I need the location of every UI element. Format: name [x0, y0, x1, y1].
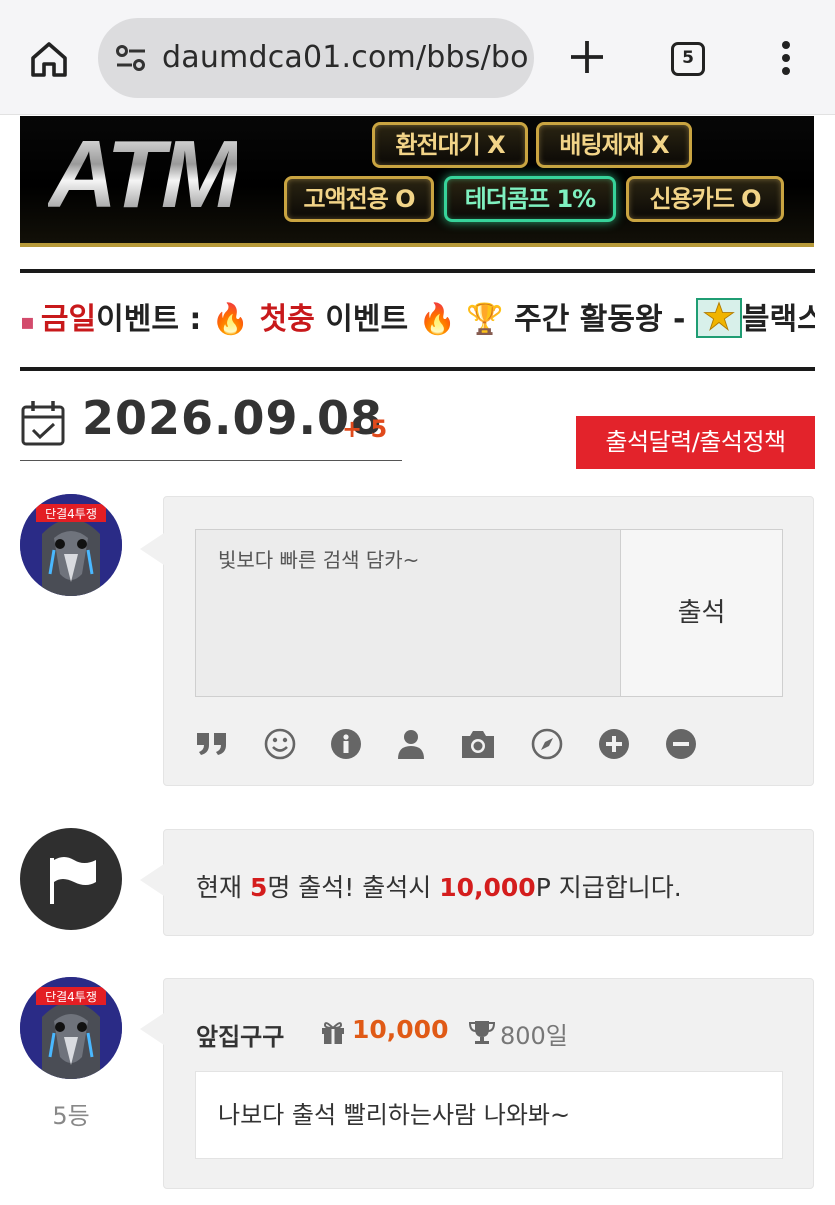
- attendance-date: 2026.09.08: [82, 391, 384, 445]
- divider-bottom: [20, 367, 815, 371]
- marquee-seg-7: 블랙스완: [741, 302, 815, 337]
- attendance-notice-text: 현재 5명 출석! 출석시 10,000P 지급합니다.: [196, 868, 682, 904]
- pigeon-avatar-icon: 단결4투쟁: [20, 494, 122, 596]
- star-badge-icon: [695, 297, 742, 338]
- home-icon[interactable]: [28, 38, 70, 80]
- card-notch: [140, 864, 164, 896]
- notice-points: 10,000: [439, 873, 536, 902]
- calendar-icon: [21, 401, 65, 446]
- banner-badge-1: 환전대기 X: [372, 122, 528, 168]
- avatar[interactable]: 단결4투쟁: [20, 494, 122, 596]
- address-bar[interactable]: daumdca01.com/bbs/bo: [98, 18, 534, 98]
- avatar[interactable]: 단결4투쟁: [20, 977, 122, 1079]
- marquee-seg-4: 이벤트: [314, 302, 419, 337]
- notice-count: 5: [249, 873, 268, 902]
- attendance-notice-card: 현재 5명 출석! 출석시 10,000P 지급합니다.: [140, 829, 814, 936]
- atm-logo: ATM: [48, 121, 241, 228]
- info-icon[interactable]: [329, 727, 363, 761]
- banner-badge-5: 신용카드 O: [626, 176, 784, 222]
- quote-icon[interactable]: [195, 727, 229, 761]
- browser-toolbar: daumdca01.com/bbs/bo 5: [0, 0, 835, 115]
- plus-circle-icon[interactable]: [597, 727, 631, 761]
- marquee-seg-6: 🏆 주간 활동왕 -: [455, 302, 696, 337]
- tab-switcher-icon[interactable]: 5: [671, 42, 705, 76]
- banner-badge-2: 배팅제재 X: [536, 122, 692, 168]
- attendance-rank: 5등: [52, 1102, 90, 1130]
- url-text[interactable]: daumdca01.com/bbs/bo: [162, 40, 529, 75]
- attendance-count: + 5: [342, 415, 388, 443]
- entry-points: 10,000: [352, 1015, 449, 1044]
- attendance-submit-button[interactable]: 출석: [620, 529, 783, 697]
- marquee-seg-1: 이벤트 :: [96, 302, 212, 337]
- event-marquee[interactable]: ▪금일이벤트 : 🔥 첫충 이벤트 🔥 🏆 주간 활동왕 - 블랙스완: [20, 296, 815, 346]
- card-notch: [140, 1013, 164, 1045]
- attendance-message-input[interactable]: 빛보다 빠른 검색 담카~: [195, 529, 621, 697]
- marquee-seg-3: 첫충: [249, 302, 315, 337]
- new-tab-icon[interactable]: [566, 36, 608, 78]
- minus-circle-icon[interactable]: [664, 727, 698, 761]
- pigeon-avatar-icon: 단결4투쟁: [20, 977, 122, 1079]
- attendance-date-row: 2026.09.08 + 5: [20, 391, 402, 461]
- site-settings-icon[interactable]: [114, 44, 148, 72]
- banner-badge-4: 테더콤프 1%: [444, 176, 616, 222]
- flag-icon: [50, 857, 96, 904]
- trophy-icon: [468, 1021, 496, 1044]
- smile-icon[interactable]: [263, 727, 297, 761]
- more-menu-icon[interactable]: [775, 38, 797, 80]
- avatar-badge-text: 단결4투쟁: [45, 507, 97, 521]
- banner-badge-3: 고액전용 O: [284, 176, 434, 222]
- card-notch: [140, 533, 164, 565]
- notice-middle: 명 출석! 출석시: [267, 873, 440, 902]
- avatar-badge-text: 단결4투쟁: [45, 990, 97, 1004]
- notice-prefix: 현재: [196, 873, 250, 902]
- notice-suffix: P 지급합니다.: [535, 873, 682, 902]
- marquee-seg-0: 금일: [40, 302, 97, 337]
- divider-top: [20, 269, 815, 273]
- flag-avatar: [20, 828, 122, 930]
- user-icon[interactable]: [394, 727, 428, 761]
- attendance-compose-card: 빛보다 빠른 검색 담카~ 출석: [140, 496, 814, 786]
- compass-icon[interactable]: [530, 727, 564, 761]
- gift-icon: [322, 1022, 344, 1044]
- attendance-policy-button[interactable]: 출석달력/출석정책: [576, 416, 815, 469]
- entry-days: 800일: [500, 1022, 568, 1050]
- entry-username[interactable]: 앞집구구: [196, 1017, 284, 1052]
- fire-icon: 🔥: [211, 302, 250, 337]
- attendance-entry-card: 앞집구구 10,000 800일 나보다 출석 빨리하는사람 나와봐~: [140, 978, 814, 1189]
- fire-icon: 🔥: [418, 302, 456, 337]
- camera-icon[interactable]: [459, 727, 497, 761]
- entry-message: 나보다 출석 빨리하는사람 나와봐~: [195, 1071, 783, 1159]
- atm-banner[interactable]: ATM 환전대기 X 배팅제재 X 고액전용 O 테더콤프 1% 신용카드 O: [20, 116, 814, 247]
- marquee-bullet: ▪: [20, 310, 35, 335]
